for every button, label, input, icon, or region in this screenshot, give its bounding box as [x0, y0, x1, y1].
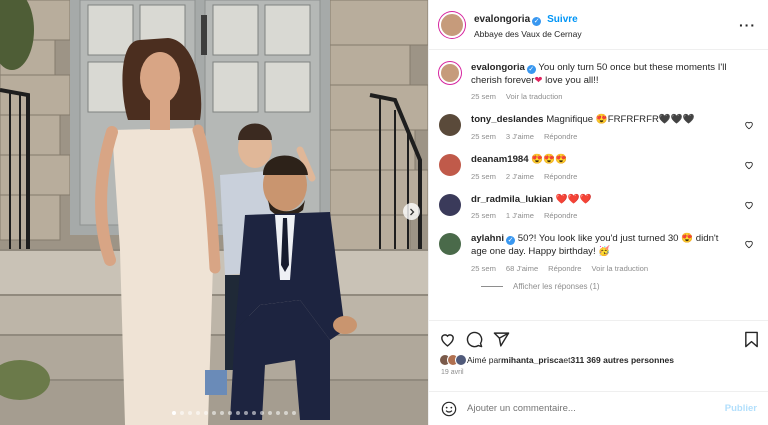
view-replies-label: Afficher les réponses (1) [513, 281, 600, 291]
post-side-panel: evalongoria ✓ Suivre Abbaye des Vaux de Ce… [428, 0, 768, 425]
likes-middle: et [563, 355, 571, 365]
more-icon[interactable]: ··· [739, 17, 756, 33]
comment-time[interactable]: 25 sem [471, 264, 496, 273]
liker-avatars [439, 354, 467, 366]
carousel-dot [268, 411, 272, 415]
comment-username[interactable]: deanam1984 [471, 154, 529, 165]
comment-item: dr_radmila_lukian ❤️❤️❤️ 25 sem 1 J'aime R… [439, 193, 754, 222]
comment-username[interactable]: aylahni [471, 233, 504, 244]
comment-icon[interactable] [466, 331, 483, 348]
carousel-dot [196, 411, 200, 415]
add-comment-bar: Publier [429, 391, 768, 425]
translate-link[interactable]: Voir la traduction [506, 92, 563, 101]
comment-likes[interactable]: 2 J'aime [506, 172, 534, 181]
chevron-right-icon [409, 208, 414, 215]
comment-text: Magnifique 😍FRFRFRFR🖤🖤🖤 [546, 114, 695, 126]
next-photo-button[interactable] [403, 203, 420, 220]
carousel-dot [260, 411, 264, 415]
post-date[interactable]: 19 avril [429, 366, 768, 379]
reply-button[interactable]: Répondre [544, 211, 577, 220]
photo-illustration [0, 0, 428, 425]
carousel-dot [236, 411, 240, 415]
heart-icon[interactable] [439, 331, 456, 348]
carousel-dot [180, 411, 184, 415]
caption-text-end: love you all!! [542, 74, 599, 86]
post-actions: Aimé par mihanta_prisca et 311 369 autre… [429, 320, 768, 390]
reply-button[interactable]: Répondre [544, 172, 577, 181]
comment-item: aylahni ✓ 50?! You look like you'd just t… [439, 233, 754, 273]
follow-button[interactable]: Suivre [547, 14, 578, 25]
reply-button[interactable]: Répondre [544, 132, 577, 141]
verified-badge-icon: ✓ [506, 236, 516, 246]
comment-time[interactable]: 25 sem [471, 132, 496, 141]
emoji-icon[interactable] [441, 401, 457, 417]
comment-likes[interactable]: 3 J'aime [506, 132, 534, 141]
commenter-avatar[interactable] [439, 193, 461, 216]
carousel-dot [284, 411, 288, 415]
reply-button[interactable]: Répondre [548, 264, 581, 273]
caption-username[interactable]: evalongoria [471, 62, 525, 73]
carousel-dot [244, 411, 248, 415]
translate-link[interactable]: Voir la traduction [592, 264, 649, 273]
comment-text: 😍😍😍 [531, 154, 568, 165]
commenter-avatar[interactable] [439, 114, 461, 137]
comments-list: evalongoria ✓ You only turn 50 once but t… [429, 50, 768, 322]
heart-icon[interactable] [744, 239, 754, 249]
post-photo[interactable] [0, 0, 428, 425]
carousel-indicator [172, 411, 296, 415]
liker-username[interactable]: mihanta_prisca [501, 355, 563, 365]
carousel-dot [220, 411, 224, 415]
carousel-dot [228, 411, 232, 415]
commenter-avatar[interactable] [439, 233, 461, 256]
post-location[interactable]: Abbaye des Vaux de Cernay [474, 30, 739, 40]
carousel-dot [212, 411, 216, 415]
red-heart-emoji-icon: ❤ [534, 74, 543, 86]
likes-summary[interactable]: Aimé par mihanta_prisca et 311 369 autre… [429, 351, 768, 366]
comment-username[interactable]: dr_radmila_lukian [471, 194, 553, 205]
carousel-dot [276, 411, 280, 415]
comment-likes[interactable]: 68 J'aime [506, 264, 538, 273]
verified-badge-icon: ✓ [526, 65, 536, 74]
comment-item: tony_deslandes Magnifique 😍FRFRFRFR🖤🖤🖤 2… [439, 114, 754, 142]
likes-count[interactable]: 311 369 autres personnes [570, 355, 673, 365]
heart-icon[interactable] [744, 160, 754, 170]
comment-input[interactable] [467, 403, 725, 414]
comment-username[interactable]: tony_deslandes [471, 114, 544, 125]
carousel-dot [204, 411, 208, 415]
heart-icon[interactable] [744, 200, 754, 210]
comment-item: deanam1984 😍😍😍 25 sem 2 J'aime Répondre [439, 154, 754, 182]
post-header: evalongoria ✓ Suivre Abbaye des Vaux de Ce… [429, 0, 768, 50]
likes-prefix: Aimé par [467, 355, 502, 365]
carousel-dot [292, 411, 296, 415]
caption: evalongoria ✓ You only turn 50 once but t… [439, 62, 754, 102]
carousel-dot [188, 411, 192, 415]
comment-time[interactable]: 25 sem [471, 172, 496, 181]
instagram-post-modal: evalongoria ✓ Suivre Abbaye des Vaux de Ce… [0, 0, 768, 425]
author-avatar[interactable] [439, 11, 465, 38]
bookmark-icon[interactable] [744, 331, 759, 348]
publish-button[interactable]: Publier [725, 403, 757, 414]
author-avatar[interactable] [439, 62, 461, 84]
view-replies-button[interactable]: Afficher les réponses (1) [481, 282, 754, 291]
verified-badge-icon: ✓ [532, 16, 542, 26]
commenter-avatar[interactable] [439, 154, 461, 176]
replies-divider [481, 285, 503, 287]
comment-text: ❤️❤️❤️ [555, 193, 592, 205]
carousel-dot [252, 411, 256, 415]
send-icon[interactable] [493, 331, 510, 348]
author-username[interactable]: evalongoria [474, 14, 530, 25]
comment-time[interactable]: 25 sem [471, 211, 496, 220]
carousel-dot-active [172, 411, 176, 415]
heart-icon[interactable] [744, 120, 754, 130]
caption-time[interactable]: 25 sem [471, 92, 496, 101]
comment-likes[interactable]: 1 J'aime [506, 211, 534, 220]
